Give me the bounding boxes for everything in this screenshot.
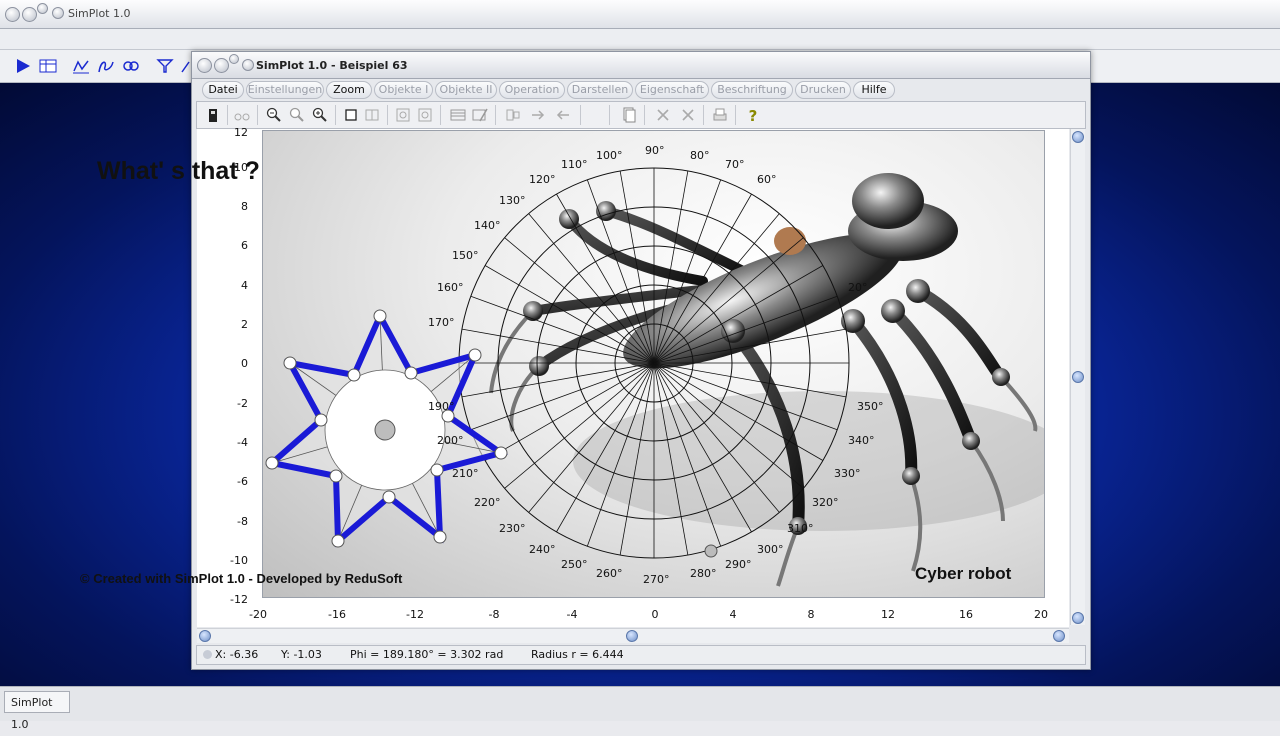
polar-marker-point[interactable]	[704, 544, 718, 558]
y-tick: -12	[230, 593, 248, 606]
polar-label: 250°	[561, 558, 588, 571]
polar-label: 280°	[690, 567, 717, 580]
polar-label: 130°	[499, 194, 526, 207]
polar-label: 220°	[474, 496, 501, 509]
y-tick: -10	[230, 554, 248, 567]
x-tick: -12	[406, 608, 424, 621]
polar-label: 350°	[857, 400, 884, 413]
polar-label: 90°	[645, 144, 665, 157]
x-tick: 8	[807, 608, 815, 621]
polar-label: 100°	[596, 149, 623, 162]
x-tick: 12	[881, 608, 895, 621]
polar-label: 230°	[499, 522, 526, 535]
polar-label: 80°	[690, 149, 710, 162]
y-tick: 0	[241, 357, 248, 370]
credit-text: © Created with SimPlot 1.0 - Developed b…	[80, 571, 403, 586]
polar-label: 70°	[725, 158, 745, 171]
y-tick: 2	[241, 318, 248, 331]
x-tick: 4	[729, 608, 737, 621]
polar-label: 60°	[757, 173, 777, 186]
y-tick: -6	[237, 475, 248, 488]
x-tick: -16	[328, 608, 346, 621]
polar-label: 340°	[848, 434, 875, 447]
polar-label: 240°	[529, 543, 556, 556]
polar-label: 150°	[452, 249, 479, 262]
y-tick: -8	[237, 515, 248, 528]
y-tick: 4	[241, 279, 248, 292]
polar-label: 120°	[529, 173, 556, 186]
x-tick: -20	[249, 608, 267, 621]
polar-label: 160°	[437, 281, 464, 294]
y-tick: 8	[241, 200, 248, 213]
y-tick: -2	[237, 397, 248, 410]
x-tick: 16	[959, 608, 973, 621]
x-tick: 20	[1034, 608, 1048, 621]
polar-label: 170°	[428, 316, 455, 329]
robot-caption: Cyber robot	[915, 564, 1012, 583]
x-tick: -4	[566, 608, 578, 621]
polar-label: 290°	[725, 558, 752, 571]
polar-label: 260°	[596, 567, 623, 580]
polar-label: 330°	[834, 467, 861, 480]
polar-label: 140°	[474, 219, 501, 232]
polar-label: 20°	[848, 281, 868, 294]
polar-label: 310°	[787, 522, 814, 535]
x-tick: -8	[488, 608, 500, 621]
polar-label: 300°	[757, 543, 784, 556]
x-tick: 0	[651, 608, 659, 621]
polar-label: 200°	[437, 434, 464, 447]
y-tick: 6	[241, 239, 248, 252]
polar-label: 320°	[812, 496, 839, 509]
y-tick: 12	[234, 126, 248, 139]
polar-label: 110°	[561, 158, 588, 171]
polar-label: 190°	[428, 400, 455, 413]
y-tick: -4	[237, 436, 248, 449]
polar-label: 210°	[452, 467, 479, 480]
y-tick: 10	[234, 161, 248, 174]
polar-label: 270°	[643, 573, 670, 586]
